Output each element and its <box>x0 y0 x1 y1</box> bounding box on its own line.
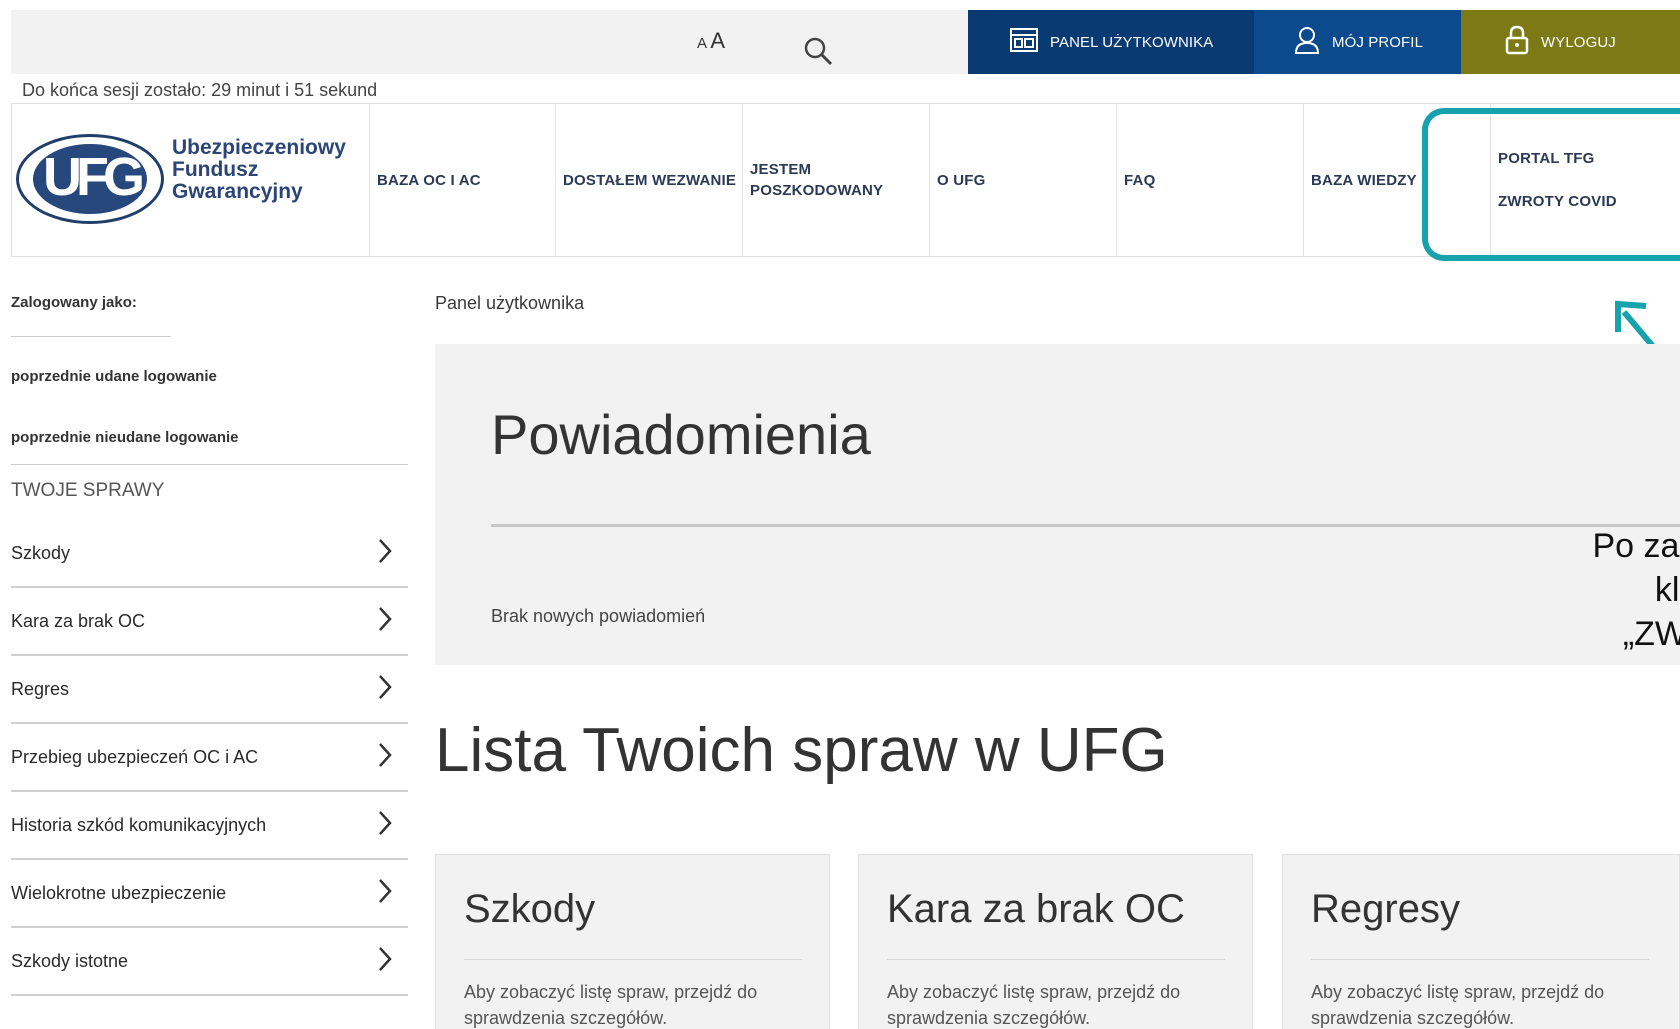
wyloguj-label: WYLOGUJ <box>1541 33 1616 51</box>
notifications-title: Powiadomienia <box>491 403 871 466</box>
dashboard-icon <box>1010 28 1050 56</box>
case-card-regresy[interactable]: Regresy Aby zobaczyć listę spraw, przejd… <box>1282 854 1680 1029</box>
sidebar-item-kara[interactable]: Kara za brak OC <box>11 588 408 656</box>
chevron-right-icon <box>378 878 392 909</box>
nav-faq-label: FAQ <box>1124 171 1156 189</box>
logo-name: Ubezpieczeniowy Fundusz Gwarancyjny <box>172 137 346 203</box>
panel-label: PANEL UŻYTKOWNIKA <box>1050 33 1214 51</box>
logo-line-2: Fundusz <box>172 158 259 181</box>
nav-jestem-label: JESTEM POSZKODOWANY <box>750 161 884 199</box>
chevron-right-icon <box>378 810 392 841</box>
instruction-note: Po zal kli „ZW <box>1592 527 1680 653</box>
divider <box>491 524 1680 527</box>
search-icon[interactable] <box>803 36 833 71</box>
divider <box>887 959 1225 960</box>
ufg-logo[interactable]: UFG Ubezpieczeniowy Fundusz Gwarancyjny <box>12 104 370 256</box>
twoje-sprawy-heading: TWOJE SPRAWY <box>11 480 165 501</box>
breadcrumb[interactable]: Panel użytkownika <box>435 293 584 314</box>
divider <box>11 336 171 337</box>
nav-baza-oc[interactable]: BAZA OC I AC <box>370 104 556 256</box>
card-text: Aby zobaczyć listę spraw, przejdź do spr… <box>1311 982 1605 1028</box>
notifications-panel: Powiadomienia Brak nowych powiadomień Po… <box>435 344 1680 665</box>
highlight-frame <box>1422 108 1680 261</box>
font-size-toggle[interactable]: A A <box>697 28 725 54</box>
sidebar-item-wielokrotne[interactable]: Wielokrotne ubezpieczenie <box>11 860 408 928</box>
sidebar-item-przebieg[interactable]: Przebieg ubezpieczeń OC i AC <box>11 724 408 792</box>
nav-oufg-label: O UFG <box>937 171 986 189</box>
chevron-right-icon <box>378 674 392 705</box>
session-timer: Do końca sesji zostało: 29 minut i 51 se… <box>22 80 378 100</box>
font-big-label[interactable]: A <box>710 28 725 53</box>
case-card-szkody[interactable]: Szkody Aby zobaczyć listę spraw, przejdź… <box>435 854 830 1029</box>
divider <box>464 959 802 960</box>
chevron-right-icon <box>378 606 392 637</box>
user-icon <box>1294 26 1332 58</box>
profil-label: MÓJ PROFIL <box>1332 33 1424 51</box>
card-title: Szkody <box>464 887 596 931</box>
logo-line-3: Gwarancyjny <box>172 180 303 203</box>
lock-icon <box>1505 25 1541 59</box>
logo-line-1: Ubezpieczeniowy <box>172 136 346 159</box>
divider <box>11 464 408 465</box>
logged-as-label: Zalogowany jako: <box>11 294 137 311</box>
sidebar-item-regres[interactable]: Regres <box>11 656 408 724</box>
no-notifications-text: Brak nowych powiadomień <box>491 606 706 626</box>
chevron-right-icon <box>378 538 392 569</box>
sidebar-item-szkody[interactable]: Szkody <box>11 520 408 588</box>
case-card-kara[interactable]: Kara za brak OC Aby zobaczyć listę spraw… <box>858 854 1253 1029</box>
nav-o-ufg[interactable]: O UFG <box>930 104 1117 256</box>
prev-failed-login: poprzednie nieudane logowanie <box>11 429 239 446</box>
nav-baza-wiedzy-label: BAZA WIEDZY <box>1311 171 1417 189</box>
nav-dostalem-wezwanie[interactable]: DOSTAŁEM WEZWANIE <box>556 104 743 256</box>
nav-jestem-poszkodowany[interactable]: JESTEM POSZKODOWANY <box>743 104 930 256</box>
logo-mark: UFG <box>43 147 145 207</box>
panel-uzytkownika-button[interactable]: PANEL UŻYTKOWNIKA <box>968 10 1254 74</box>
sidebar-item-szkody-istotne[interactable]: Szkody istotne <box>11 928 408 996</box>
sidebar-item-historia[interactable]: Historia szkód komunikacyjnych <box>11 792 408 860</box>
nav-baza-oc-label: BAZA OC I AC <box>377 171 481 189</box>
nav-faq[interactable]: FAQ <box>1117 104 1304 256</box>
font-small-label[interactable]: A <box>697 35 706 52</box>
card-text: Aby zobaczyć listę spraw, przejdź do spr… <box>464 982 758 1028</box>
prev-success-login: poprzednie udane logowanie <box>11 368 217 385</box>
card-text: Aby zobaczyć listę spraw, przejdź do spr… <box>887 982 1181 1028</box>
wyloguj-button[interactable]: WYLOGUJ <box>1461 10 1680 74</box>
chevron-right-icon <box>378 742 392 773</box>
divider <box>1311 959 1649 960</box>
cases-list-title: Lista Twoich spraw w UFG <box>435 716 1168 785</box>
card-title: Regresy <box>1311 887 1460 931</box>
logo-emblem: UFG <box>16 134 164 224</box>
moj-profil-button[interactable]: MÓJ PROFIL <box>1254 10 1461 74</box>
chevron-right-icon <box>378 946 392 977</box>
nav-wezwanie-label: DOSTAŁEM WEZWANIE <box>563 171 737 189</box>
card-title: Kara za brak OC <box>887 887 1185 931</box>
